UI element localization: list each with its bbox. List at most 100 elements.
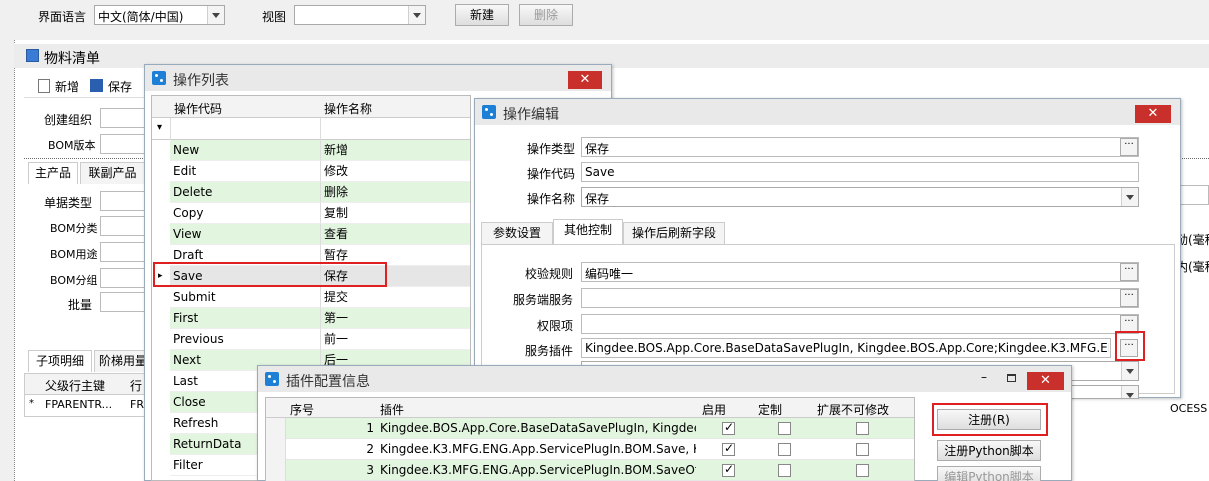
plugin-row[interactable]: 3 Kingdee.K3.MFG.ENG.App.ServicePlugIn.BO…	[266, 460, 914, 481]
close-icon[interactable]: ✕	[1135, 105, 1171, 123]
op-list-row[interactable]: Submit 提交	[152, 287, 470, 308]
ellipsis-icon[interactable]: ···	[1120, 289, 1138, 307]
filter-row[interactable]: ▾	[152, 118, 470, 140]
ext-readonly-checkbox[interactable]	[856, 422, 869, 435]
chevron-down-icon	[408, 6, 425, 24]
op-list-row[interactable]: First 第一	[152, 308, 470, 329]
form-icon	[26, 49, 39, 62]
tab-child-detail[interactable]: 子项明细	[28, 350, 92, 372]
custom-checkbox[interactable]	[778, 464, 791, 477]
custom-checkbox[interactable]	[778, 443, 791, 456]
op-list-row[interactable]: Delete 删除	[152, 182, 470, 203]
server-service-input[interactable]	[581, 288, 1139, 308]
tab-params[interactable]: 参数设置	[481, 222, 553, 244]
bom-version-input[interactable]	[100, 134, 146, 154]
server-service-label: 服务端服务	[512, 293, 573, 307]
bom-category-input[interactable]	[100, 216, 146, 236]
child-grid-col-row: 行	[130, 379, 143, 393]
op-list-title-bar: 操作列表 ✕	[145, 65, 611, 91]
op-name-select[interactable]: 保存	[581, 187, 1139, 207]
op-list-row[interactable]: Edit 修改	[152, 161, 470, 182]
bill-type-input[interactable]	[100, 191, 146, 211]
op-edit-title-bar: 操作编辑 ✕	[475, 99, 1180, 125]
op-name-cell[interactable]: 第一	[320, 308, 470, 329]
ext-readonly-checkbox[interactable]	[856, 464, 869, 477]
plugin-no-cell: 2	[366, 442, 374, 456]
view-select[interactable]	[294, 5, 426, 25]
batch-input[interactable]	[100, 292, 146, 312]
plugin-ellipsis-button[interactable]: ···	[1120, 339, 1138, 357]
op-name-cell[interactable]: 前一	[320, 329, 470, 350]
op-list-row[interactable]: View 查看	[152, 224, 470, 245]
ellipsis-icon[interactable]: ···	[1120, 263, 1138, 281]
view-label: 视图	[262, 10, 287, 24]
op-list-row[interactable]: New 新增	[152, 140, 470, 161]
bom-usage-input[interactable]	[100, 242, 146, 262]
op-code-cell[interactable]: Edit	[170, 161, 320, 182]
tab-refresh-fields[interactable]: 操作后刷新字段	[623, 222, 725, 244]
op-code-cell[interactable]: Copy	[170, 203, 320, 224]
child-grid-cell[interactable]: FR	[130, 398, 144, 411]
child-grid: 父级行主键 行 * FPARENTR... FR	[24, 373, 154, 417]
op-type-input[interactable]: 保存	[581, 137, 1139, 157]
op-name-cell[interactable]: 新增	[320, 140, 470, 161]
plugin-no-cell: 3	[366, 463, 374, 477]
plugin-config-title: 插件配置信息	[286, 374, 370, 390]
right-input[interactable]	[1180, 185, 1209, 205]
bom-form-toolbar: 新增 保存	[24, 72, 154, 98]
bom-new-button[interactable]: 新增	[55, 78, 79, 95]
app-logo-icon	[265, 372, 279, 386]
plugin-grid-rows: 1 Kingdee.BOS.App.Core.BaseDataSavePlugIn…	[266, 418, 914, 481]
validate-rule-input[interactable]: 编码唯一	[581, 262, 1139, 282]
bom-save-button[interactable]: 保存	[108, 78, 132, 95]
tab-other-control[interactable]: 其他控制	[553, 219, 623, 244]
custom-checkbox[interactable]	[778, 422, 791, 435]
op-name-cell[interactable]: 复制	[320, 203, 470, 224]
plugin-row[interactable]: 1 Kingdee.BOS.App.Core.BaseDataSavePlugIn…	[266, 418, 914, 439]
register-python-button[interactable]: 注册Python脚本	[937, 440, 1041, 461]
register-button[interactable]: 注册(R)	[937, 409, 1041, 430]
ext-readonly-checkbox[interactable]	[856, 443, 869, 456]
op-list-row[interactable]: Copy 复制	[152, 203, 470, 224]
child-grid-cell[interactable]: FPARENTR...	[45, 398, 112, 411]
language-select[interactable]: 中文(简体/中国)	[94, 5, 225, 25]
bom-group-input[interactable]	[100, 268, 146, 288]
create-org-label: 创建组织	[44, 113, 93, 127]
op-code-cell[interactable]: First	[170, 308, 320, 329]
new-view-button[interactable]: 新建	[455, 4, 509, 26]
tab-coproduct[interactable]: 联副产品	[80, 162, 145, 184]
right-grid-cell: OCESS	[1170, 402, 1208, 415]
plugin-name-cell[interactable]: Kingdee.K3.MFG.ENG.App.ServicePlugIn.BOM…	[380, 442, 696, 456]
divider	[170, 118, 171, 140]
plugin-row[interactable]: 2 Kingdee.K3.MFG.ENG.App.ServicePlugIn.BO…	[266, 439, 914, 460]
plugin-name-cell[interactable]: Kingdee.K3.MFG.ENG.App.ServicePlugIn.BOM…	[380, 463, 696, 477]
tab-main-product[interactable]: 主产品	[28, 162, 78, 184]
op-name-cell[interactable]: 删除	[320, 182, 470, 203]
enabled-checkbox[interactable]	[722, 420, 735, 435]
create-org-input[interactable]	[100, 108, 146, 128]
maximize-icon[interactable]	[1007, 374, 1016, 382]
op-code-cell[interactable]: Submit	[170, 287, 320, 308]
close-icon[interactable]: ✕	[568, 71, 602, 89]
close-icon[interactable]: ✕	[1027, 372, 1064, 390]
enabled-checkbox[interactable]	[722, 441, 735, 456]
op-code-cell[interactable]: Delete	[170, 182, 320, 203]
permission-input[interactable]	[581, 314, 1139, 334]
plugin-name-cell[interactable]: Kingdee.BOS.App.Core.BaseDataSavePlugIn,…	[380, 421, 696, 435]
minimize-icon[interactable]: –	[981, 370, 987, 384]
delete-view-button[interactable]: 删除	[519, 4, 573, 26]
op-code-cell[interactable]: Previous	[170, 329, 320, 350]
chevron-down-icon	[1121, 386, 1138, 398]
op-name-cell[interactable]: 提交	[320, 287, 470, 308]
ellipsis-icon[interactable]: ···	[1120, 138, 1138, 156]
enabled-checkbox[interactable]	[722, 462, 735, 477]
op-code-cell[interactable]: New	[170, 140, 320, 161]
col-no: 序号	[290, 403, 315, 417]
op-code-cell[interactable]: View	[170, 224, 320, 245]
service-plugin-input[interactable]: Kingdee.BOS.App.Core.BaseDataSavePlugIn,…	[581, 338, 1111, 358]
op-name-cell[interactable]: 查看	[320, 224, 470, 245]
edit-python-button[interactable]: 编辑Python脚本	[937, 466, 1041, 481]
op-name-cell[interactable]: 修改	[320, 161, 470, 182]
op-list-row[interactable]: Previous 前一	[152, 329, 470, 350]
op-code-input[interactable]: Save	[581, 162, 1139, 182]
